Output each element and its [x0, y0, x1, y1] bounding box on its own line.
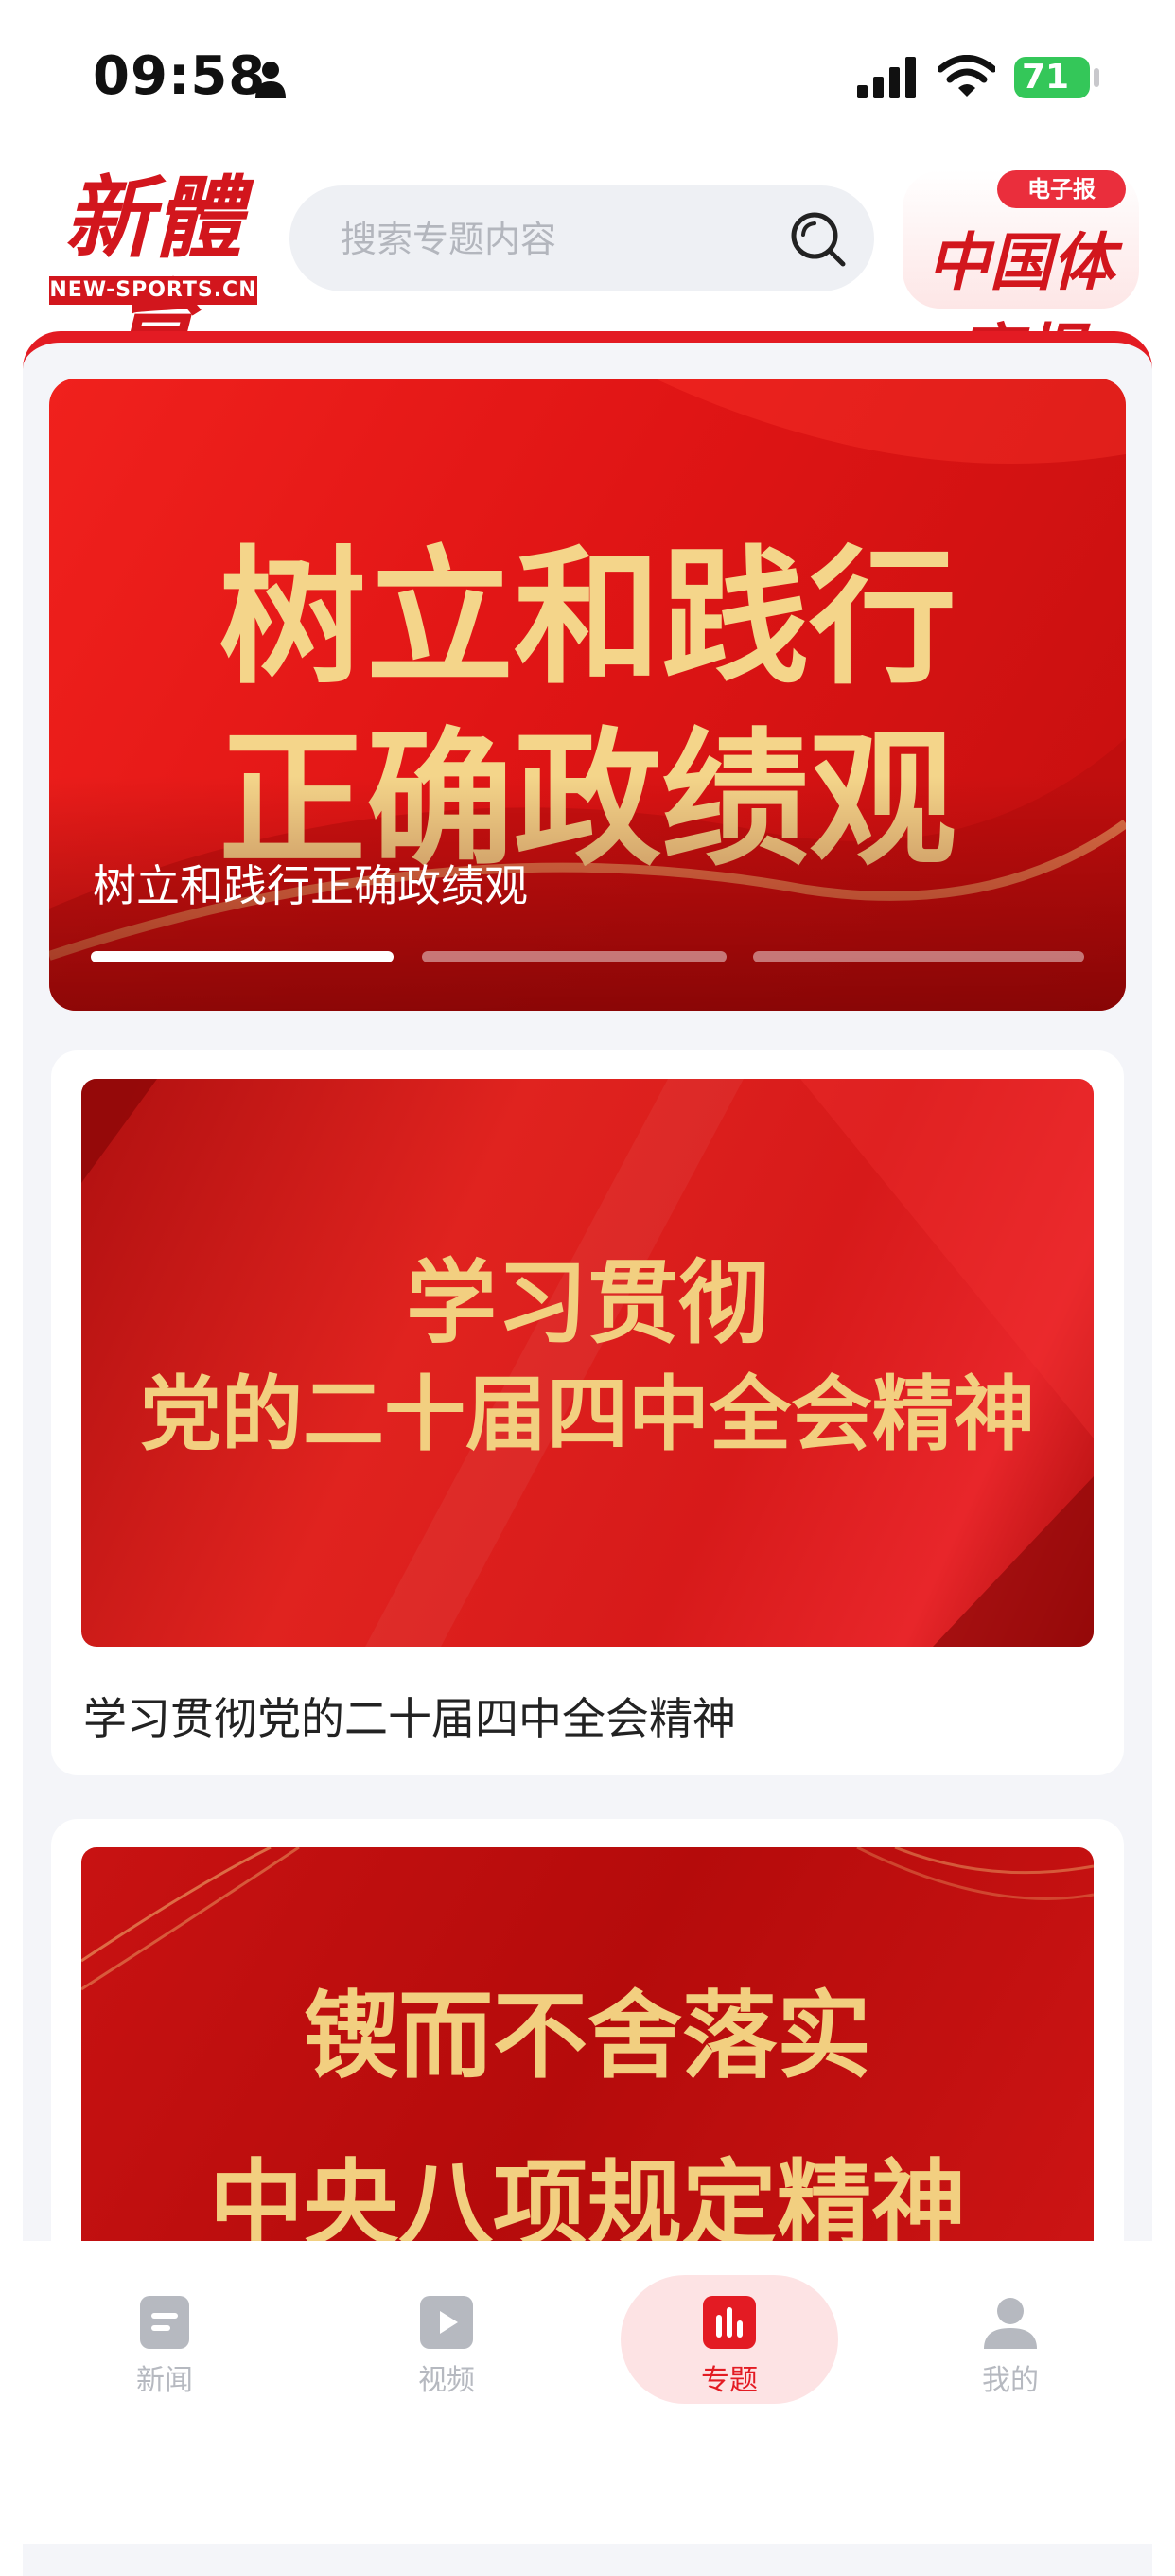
- battery-indicator: 71: [1014, 57, 1090, 98]
- topics-icon: [703, 2296, 756, 2349]
- person-icon: [255, 62, 286, 98]
- topic-card-image-title-line1: 学习贯彻: [406, 1249, 769, 1356]
- tab-news[interactable]: 新闻: [70, 2275, 259, 2408]
- status-time: 09:58: [93, 45, 267, 107]
- banner-carousel[interactable]: 树立和践行 正确政绩观 树立和践行正确政绩观: [49, 379, 1126, 1011]
- tab-profile[interactable]: 我的: [916, 2275, 1105, 2408]
- tab-video[interactable]: 视频: [352, 2275, 541, 2408]
- carousel-indicator-1[interactable]: [91, 951, 394, 962]
- battery-cap: [1094, 68, 1099, 87]
- app-logo[interactable]: 新體育 NEW-SPORTS.CN: [45, 167, 261, 375]
- topic-card-title: 学习贯彻党的二十届四中全会精神: [83, 1693, 736, 1744]
- carousel-indicator-2[interactable]: [422, 951, 727, 962]
- cellular-signal-icon: [857, 57, 916, 98]
- topic-card-image-title-line2: 中央八项规定精神: [209, 2148, 966, 2241]
- profile-icon: [984, 2298, 1037, 2349]
- e-paper-badge: 电子报: [997, 170, 1126, 208]
- wifi-icon: [938, 55, 995, 97]
- banner-caption: 树立和践行正确政绩观: [93, 860, 528, 911]
- e-paper-button[interactable]: 中国体育报 电子报: [903, 170, 1139, 390]
- topic-card[interactable]: 学习贯彻 党的二十届四中全会精神 学习贯彻党的二十届四中全会精神: [51, 1050, 1124, 1775]
- search-bar[interactable]: [289, 185, 874, 291]
- topic-card-image: 锲而不舍落实 中央八项规定精神: [81, 1847, 1094, 2241]
- topic-card-image: 学习贯彻 党的二十届四中全会精神: [81, 1079, 1094, 1647]
- search-input[interactable]: [339, 210, 768, 269]
- topic-card-image-title-line2: 党的二十届四中全会精神: [140, 1367, 1035, 1462]
- search-icon[interactable]: [789, 210, 848, 269]
- news-icon: [140, 2296, 189, 2349]
- tab-news-label: 新闻: [136, 2364, 193, 2397]
- carousel-indicator-3[interactable]: [753, 951, 1084, 962]
- tab-topics-label: 专题: [701, 2364, 758, 2397]
- video-icon: [420, 2296, 473, 2349]
- tab-topics[interactable]: 专题: [635, 2275, 824, 2408]
- tab-video-label: 视频: [418, 2364, 475, 2397]
- logo-subtitle: NEW-SPORTS.CN: [49, 276, 257, 305]
- banner-image-title-line1: 树立和践行: [219, 531, 956, 704]
- topic-card-image-title-line1: 锲而不舍落实: [304, 1980, 871, 2091]
- tab-profile-label: 我的: [982, 2364, 1039, 2397]
- topic-card[interactable]: 锲而不舍落实 中央八项规定精神: [51, 1819, 1124, 2241]
